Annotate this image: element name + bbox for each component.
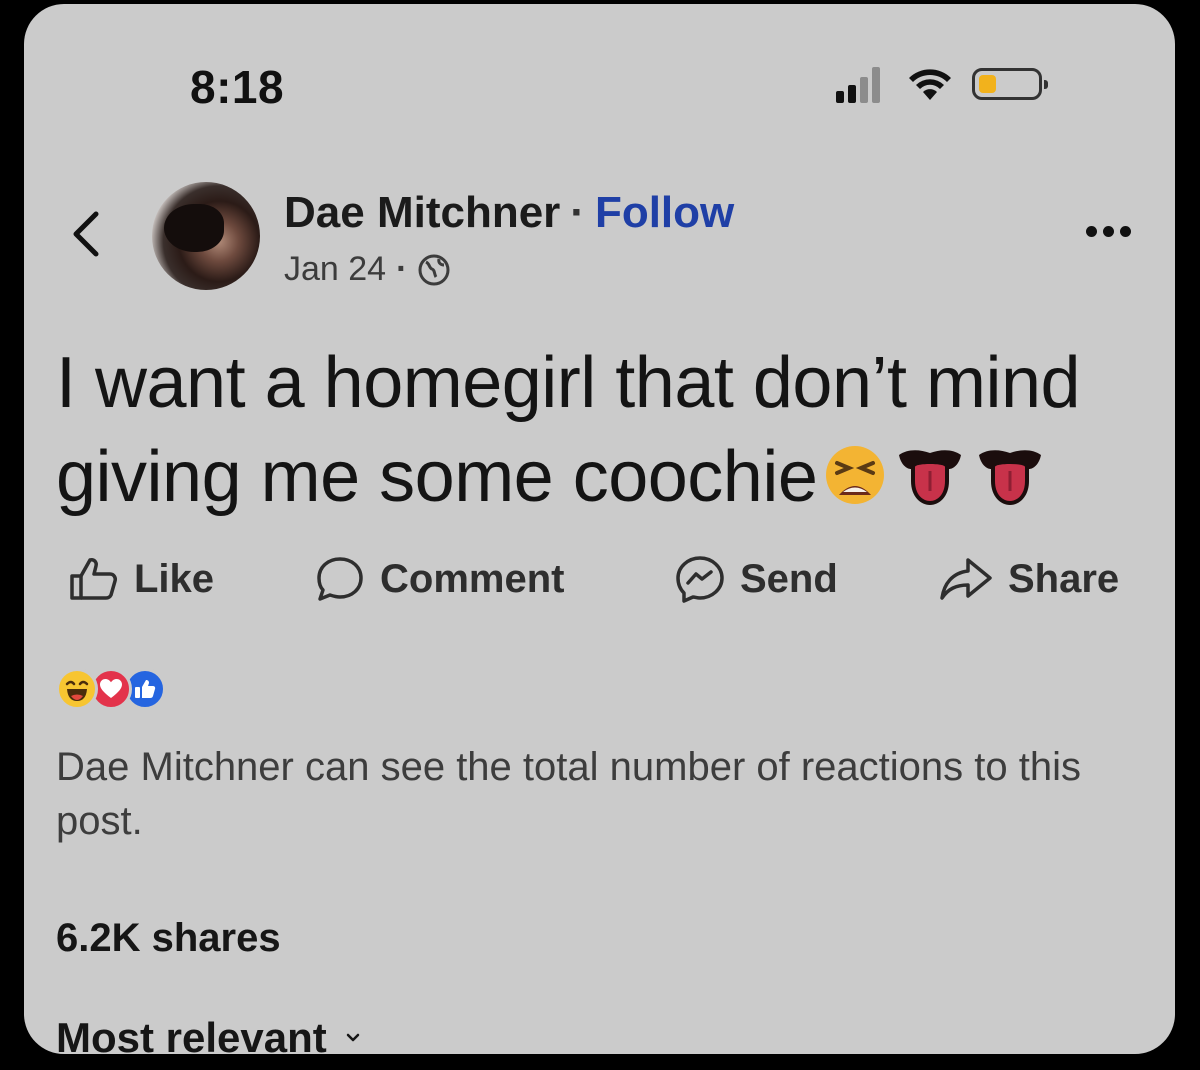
share-arrow-icon	[940, 558, 992, 600]
battery-level	[979, 75, 996, 93]
chevron-down-icon	[346, 1033, 359, 1042]
post-date[interactable]: Jan 24	[284, 250, 386, 289]
more-options-button[interactable]	[1086, 226, 1131, 237]
thumbs-up-icon	[70, 558, 117, 600]
post-text: I want a homegirl that don’t mind giving…	[56, 336, 1156, 530]
send-button[interactable]: Send	[674, 554, 838, 604]
action-bar: Like Comment Send Share	[24, 554, 1175, 604]
post-screen: 8:18 Dae Mitchner · Follow Jan 24 · I wa…	[24, 4, 1175, 1054]
avatar[interactable]	[152, 182, 260, 290]
comment-bubble-icon	[317, 557, 363, 601]
globe-icon	[418, 254, 450, 285]
comment-sort-label: Most relevant	[56, 1014, 327, 1054]
like-button[interactable]: Like	[68, 554, 214, 604]
status-time: 8:18	[190, 61, 285, 113]
author-line: Dae Mitchner · Follow	[284, 188, 734, 238]
share-label: Share	[1008, 556, 1120, 601]
reaction-visibility-notice: Dae Mitchner can see the total number of…	[56, 745, 1081, 843]
post-text-line-1: I want a homegirl that don’t mind	[56, 343, 1081, 423]
like-label: Like	[134, 556, 215, 601]
tongue-emoji	[893, 436, 967, 530]
follow-button[interactable]: Follow	[595, 188, 734, 237]
comment-label: Comment	[380, 556, 565, 601]
more-horizontal-icon	[1086, 226, 1097, 237]
comment-sort-dropdown[interactable]: Most relevant	[56, 1014, 361, 1054]
author-name[interactable]: Dae Mitchner	[284, 188, 560, 237]
share-button[interactable]: Share	[938, 554, 1119, 604]
meta-separator: ·	[396, 250, 408, 288]
back-button[interactable]	[68, 208, 104, 265]
wifi-icon	[909, 69, 951, 100]
tired-face-emoji	[823, 436, 887, 530]
battery-icon	[972, 68, 1048, 100]
post-text-line-2: giving me some coochie	[56, 430, 1156, 530]
reactions-summary[interactable]	[56, 668, 166, 710]
comment-button[interactable]: Comment	[314, 554, 564, 604]
chevron-left-icon	[73, 211, 99, 257]
haha-reaction-icon	[56, 668, 98, 710]
name-separator: ·	[570, 188, 585, 237]
cellular-signal-icon	[836, 65, 884, 103]
send-label: Send	[740, 556, 838, 601]
status-icons	[836, 62, 1048, 106]
post-text-line-2-text: giving me some coochie	[56, 437, 818, 517]
messenger-icon	[676, 556, 724, 603]
share-count[interactable]: 6.2K shares	[56, 916, 281, 961]
tongue-emoji	[973, 436, 1047, 530]
post-meta: Jan 24 ·	[284, 250, 451, 289]
